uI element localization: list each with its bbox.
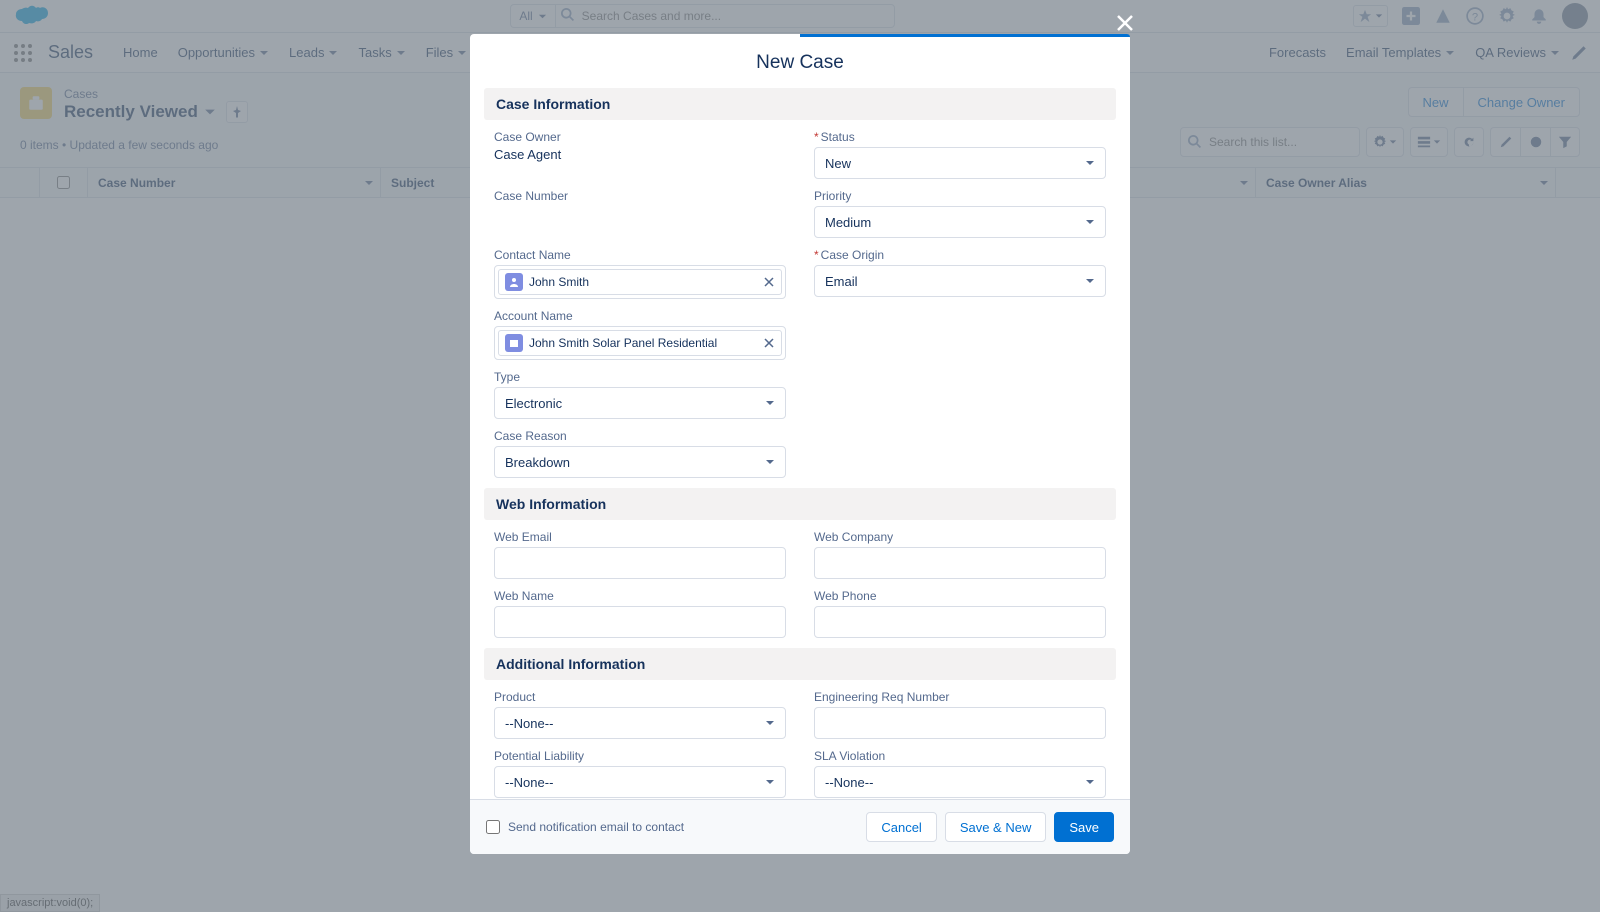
combobox-value: New (825, 156, 851, 171)
label-case-reason: Case Reason (494, 429, 786, 443)
contact-icon (505, 273, 523, 291)
section-case-information: Case Information (484, 88, 1116, 120)
cancel-button[interactable]: Cancel (866, 812, 936, 842)
close-icon (1116, 14, 1134, 32)
notify-contact-checkbox-label[interactable]: Send notification email to contact (486, 820, 684, 834)
remove-pill-icon[interactable] (763, 337, 775, 349)
save-and-new-button[interactable]: Save & New (945, 812, 1047, 842)
contact-pill: John Smith (498, 269, 782, 295)
chevron-down-icon (1085, 158, 1095, 168)
label-web-name: Web Name (494, 589, 786, 603)
web-company-input[interactable] (814, 547, 1106, 579)
label-product: Product (494, 690, 786, 704)
section-web-information: Web Information (484, 488, 1116, 520)
modal-overlay: New Case Case Information Case Owner Cas… (0, 0, 1600, 912)
modal-footer: Send notification email to contact Cance… (470, 799, 1130, 854)
web-name-input[interactable] (494, 606, 786, 638)
combobox-value: Email (825, 274, 858, 289)
combobox-value: --None-- (825, 775, 873, 790)
label-account-name: Account Name (494, 309, 786, 323)
priority-combobox[interactable]: Medium (814, 206, 1106, 238)
label-priority: Priority (814, 189, 1106, 203)
combobox-value: --None-- (505, 716, 553, 731)
account-icon (505, 334, 523, 352)
chevron-down-icon (1085, 276, 1095, 286)
label-eng-req: Engineering Req Number (814, 690, 1106, 704)
value-case-number (494, 206, 786, 221)
pill-label: John Smith (529, 275, 589, 289)
chevron-down-icon (1085, 217, 1095, 227)
sla-violation-combobox[interactable]: --None-- (814, 766, 1106, 798)
combobox-value: Medium (825, 215, 871, 230)
notify-label-text: Send notification email to contact (508, 820, 684, 834)
label-contact-name: Contact Name (494, 248, 786, 262)
eng-req-input[interactable] (814, 707, 1106, 739)
case-reason-combobox[interactable]: Breakdown (494, 446, 786, 478)
label-web-phone: Web Phone (814, 589, 1106, 603)
web-phone-input[interactable] (814, 606, 1106, 638)
label-web-email: Web Email (494, 530, 786, 544)
label-case-number: Case Number (494, 189, 786, 203)
label-web-company: Web Company (814, 530, 1106, 544)
label-case-owner: Case Owner (494, 130, 786, 144)
contact-name-lookup[interactable]: John Smith (494, 265, 786, 299)
notify-contact-checkbox[interactable] (486, 820, 500, 834)
label-type: Type (494, 370, 786, 384)
chevron-down-icon (765, 457, 775, 467)
chevron-down-icon (765, 777, 775, 787)
label-case-origin: *Case Origin (814, 248, 1106, 262)
web-email-input[interactable] (494, 547, 786, 579)
case-origin-combobox[interactable]: Email (814, 265, 1106, 297)
product-combobox[interactable]: --None-- (494, 707, 786, 739)
modal-title: New Case (470, 34, 1130, 88)
pill-label: John Smith Solar Panel Residential (529, 336, 717, 350)
chevron-down-icon (1085, 777, 1095, 787)
status-combobox[interactable]: New (814, 147, 1106, 179)
combobox-value: Electronic (505, 396, 562, 411)
combobox-value: --None-- (505, 775, 553, 790)
section-additional-information: Additional Information (484, 648, 1116, 680)
value-case-owner: Case Agent (494, 147, 786, 162)
account-pill: John Smith Solar Panel Residential (498, 330, 782, 356)
label-sla-violation: SLA Violation (814, 749, 1106, 763)
remove-pill-icon[interactable] (763, 276, 775, 288)
type-combobox[interactable]: Electronic (494, 387, 786, 419)
account-name-lookup[interactable]: John Smith Solar Panel Residential (494, 326, 786, 360)
combobox-value: Breakdown (505, 455, 570, 470)
chevron-down-icon (765, 718, 775, 728)
save-button[interactable]: Save (1054, 812, 1114, 842)
chevron-down-icon (765, 398, 775, 408)
label-status: *Status (814, 130, 1106, 144)
new-case-modal: New Case Case Information Case Owner Cas… (470, 34, 1130, 854)
label-potential-liability: Potential Liability (494, 749, 786, 763)
potential-liability-combobox[interactable]: --None-- (494, 766, 786, 798)
